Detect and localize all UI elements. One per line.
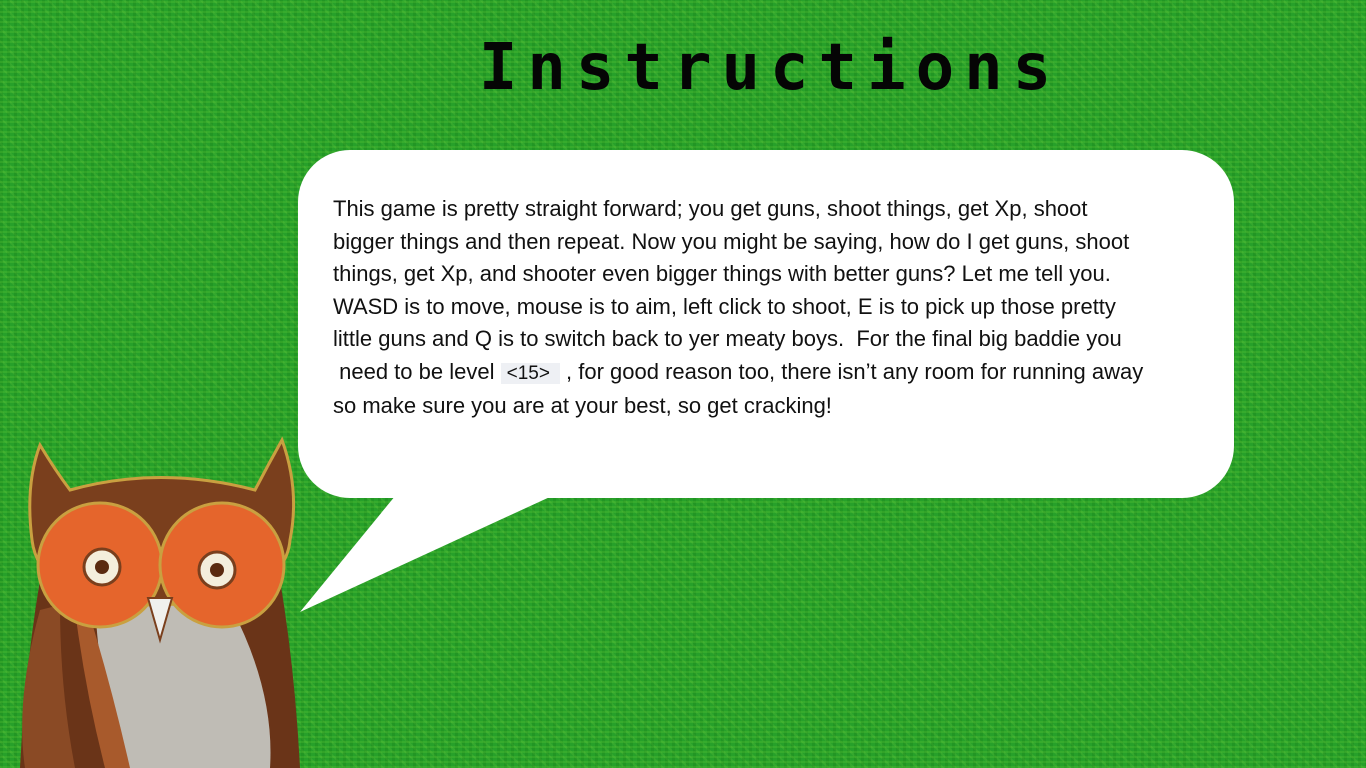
required-level-badge: <15> bbox=[500, 362, 560, 384]
owl-icon bbox=[20, 436, 300, 768]
instructions-text-part1: This game is pretty straight forward; yo… bbox=[333, 196, 1130, 384]
instructions-text: This game is pretty straight forward; yo… bbox=[333, 193, 1238, 423]
